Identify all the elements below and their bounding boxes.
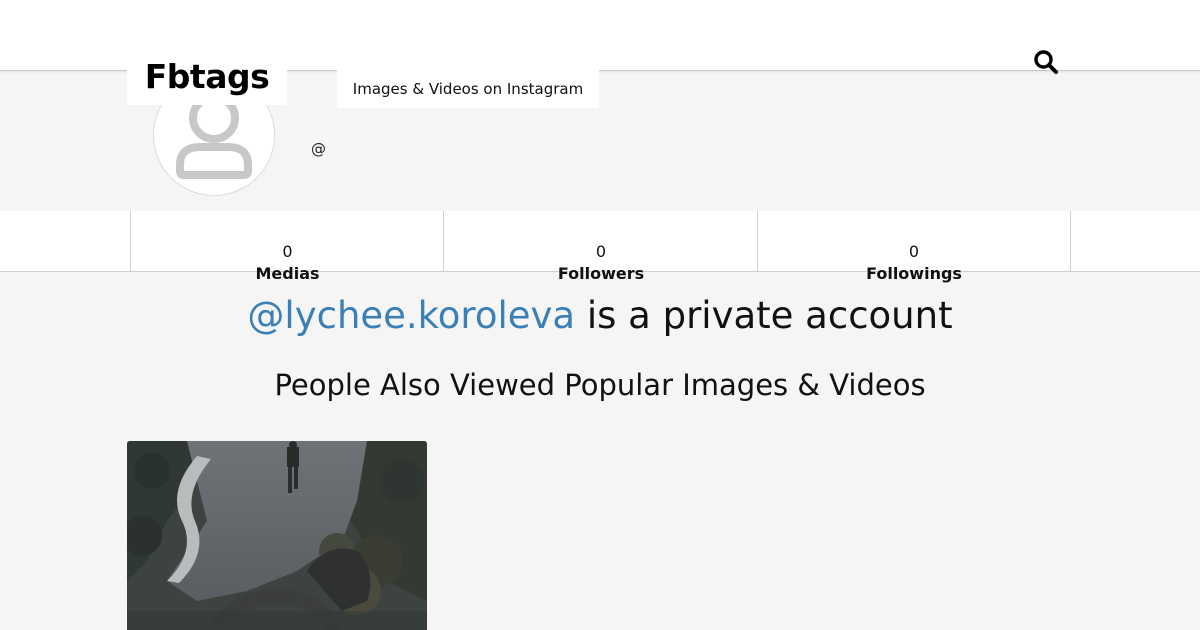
search-icon[interactable] [1032,48,1060,76]
page: Fbtags Images & Videos on Instagram @ 0 … [0,0,1200,630]
stat-followings: 0 Followings [757,211,1071,283]
stat-value: 0 [908,242,920,261]
stat-label: Medias [255,264,320,283]
username-link[interactable]: @lychee.koroleva [247,294,575,337]
related-post-thumbnail[interactable] [127,441,427,630]
stat-value: 0 [595,242,607,261]
tagline: Images & Videos on Instagram [337,70,599,108]
related-section-title: People Also Viewed Popular Images & Vide… [274,368,926,402]
private-account-notice: @lychee.koroleva is a private account [0,294,1200,337]
stat-followers: 0 Followers [443,211,758,283]
stat-label: Followings [866,264,962,283]
site-logo[interactable]: Fbtags [127,47,287,105]
stat-label: Followers [557,264,645,283]
stat-value: 0 [282,242,293,261]
stats-bar: 0 Medias 0 Followers 0 Followings [0,211,1200,283]
stat-medias: 0 Medias [130,211,444,283]
private-notice-text: is a private account [575,294,953,337]
profile-handle: @ [311,140,326,158]
